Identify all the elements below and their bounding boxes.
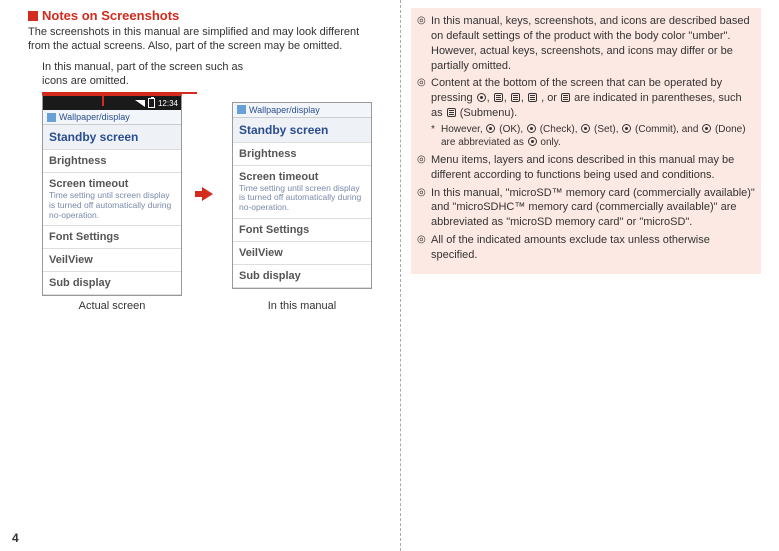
list-item-subdisplay: Sub display — [233, 265, 371, 288]
note-item: In this manual, "microSD™ memory card (c… — [417, 186, 755, 231]
item-title: Screen timeout — [239, 171, 365, 183]
signal-icon — [135, 100, 145, 107]
manual-screen-wrap: Wallpaper/display Standby screen Brightn… — [232, 102, 372, 289]
item-title: Standby screen — [49, 130, 175, 144]
battery-icon — [148, 98, 155, 108]
note-text: Menu items, layers and icons described i… — [431, 154, 734, 181]
list-item-subdisplay: Sub display — [43, 272, 181, 295]
note-text: In this manual, "microSD™ memory card (c… — [431, 187, 755, 229]
phone-manual: Wallpaper/display Standby screen Brightn… — [232, 102, 372, 289]
arrow-wrap — [182, 187, 232, 204]
list-item-timeout: Screen timeout Time setting until screen… — [43, 173, 181, 226]
callout-line — [42, 92, 197, 94]
list-item-standby: Standby screen — [43, 125, 181, 150]
key-set-icon — [581, 124, 590, 133]
phone-actual: 12:34 Wallpaper/display Standby screen B… — [42, 94, 182, 296]
item-title: Screen timeout — [49, 178, 175, 190]
key-menu-icon — [494, 93, 503, 102]
info-list: In this manual, keys, screenshots, and i… — [417, 14, 755, 263]
left-column: Notes on Screenshots The screenshots in … — [0, 0, 400, 551]
status-bar: 12:34 — [43, 96, 181, 110]
actual-screen-wrap: 12:34 Wallpaper/display Standby screen B… — [42, 94, 182, 296]
item-subtitle: Time setting until screen display is tur… — [239, 184, 365, 213]
page-number: 4 — [12, 531, 19, 545]
breadcrumb-label: Wallpaper/display — [59, 112, 130, 122]
note-item: In this manual, keys, screenshots, and i… — [417, 14, 755, 73]
item-title: VeilView — [49, 254, 175, 266]
item-title: Font Settings — [49, 231, 175, 243]
key-check-icon — [527, 124, 536, 133]
note-text-b: , or — [541, 92, 560, 104]
breadcrumb: Wallpaper/display — [233, 103, 371, 118]
item-title: Brightness — [49, 155, 175, 167]
note-item: Content at the bottom of the screen that… — [417, 76, 755, 150]
key-browser-icon — [561, 93, 570, 102]
callout-drop — [102, 92, 104, 106]
item-subtitle: Time setting until screen display is tur… — [49, 191, 175, 220]
note-item: All of the indicated amounts exclude tax… — [417, 233, 755, 263]
info-box: In this manual, keys, screenshots, and i… — [411, 8, 761, 274]
list-item-standby: Standby screen — [233, 118, 371, 143]
sub-note: However, (OK), (Check), (Set), (Commit),… — [431, 123, 755, 150]
caption-actual: Actual screen — [42, 300, 182, 312]
key-abbrev-icon — [528, 137, 537, 146]
note-item: Menu items, layers and icons described i… — [417, 153, 755, 183]
note-text: All of the indicated amounts exclude tax… — [431, 234, 710, 261]
list-item-brightness: Brightness — [43, 150, 181, 173]
breadcrumb-label: Wallpaper/display — [249, 105, 320, 115]
note-text: In this manual, keys, screenshots, and i… — [431, 15, 750, 72]
list-item-veil: VeilView — [233, 242, 371, 265]
item-title: Standby screen — [239, 123, 365, 137]
note-text-d: (Submenu). — [460, 107, 517, 119]
item-title: Sub display — [49, 277, 175, 289]
arrow-right-icon — [202, 187, 213, 201]
list-item-veil: VeilView — [43, 249, 181, 272]
item-title: Font Settings — [239, 224, 365, 236]
key-done-icon — [702, 124, 711, 133]
item-title: Brightness — [239, 148, 365, 160]
omission-note: In this manual, part of the screen such … — [42, 60, 262, 89]
status-time: 12:34 — [158, 99, 178, 108]
key-phonebook-icon — [511, 93, 520, 102]
captions-row: Actual screen In this manual — [42, 296, 382, 312]
list-item-font: Font Settings — [233, 219, 371, 242]
heading-row: Notes on Screenshots — [28, 8, 382, 23]
key-center-icon — [477, 93, 486, 102]
list-item-font: Font Settings — [43, 226, 181, 249]
breadcrumb: Wallpaper/display — [43, 110, 181, 125]
key-mail-icon — [528, 93, 537, 102]
item-title: Sub display — [239, 270, 365, 282]
breadcrumb-icon — [47, 113, 56, 122]
breadcrumb-icon — [237, 105, 246, 114]
page: Notes on Screenshots The screenshots in … — [0, 0, 779, 551]
item-title: VeilView — [239, 247, 365, 259]
list-item-brightness: Brightness — [233, 143, 371, 166]
caption-manual: In this manual — [232, 300, 372, 312]
key-commit-icon — [622, 124, 631, 133]
key-ok-icon — [486, 124, 495, 133]
list-item-timeout: Screen timeout Time setting until screen… — [233, 166, 371, 219]
screens-row: 12:34 Wallpaper/display Standby screen B… — [42, 94, 382, 296]
key-submenu-icon — [447, 108, 456, 117]
heading-marker-icon — [28, 11, 38, 21]
section-heading: Notes on Screenshots — [42, 8, 179, 23]
intro-text: The screenshots in this manual are simpl… — [28, 25, 382, 54]
subnote-a: However, — [441, 124, 485, 135]
right-column: In this manual, keys, screenshots, and i… — [400, 0, 779, 551]
